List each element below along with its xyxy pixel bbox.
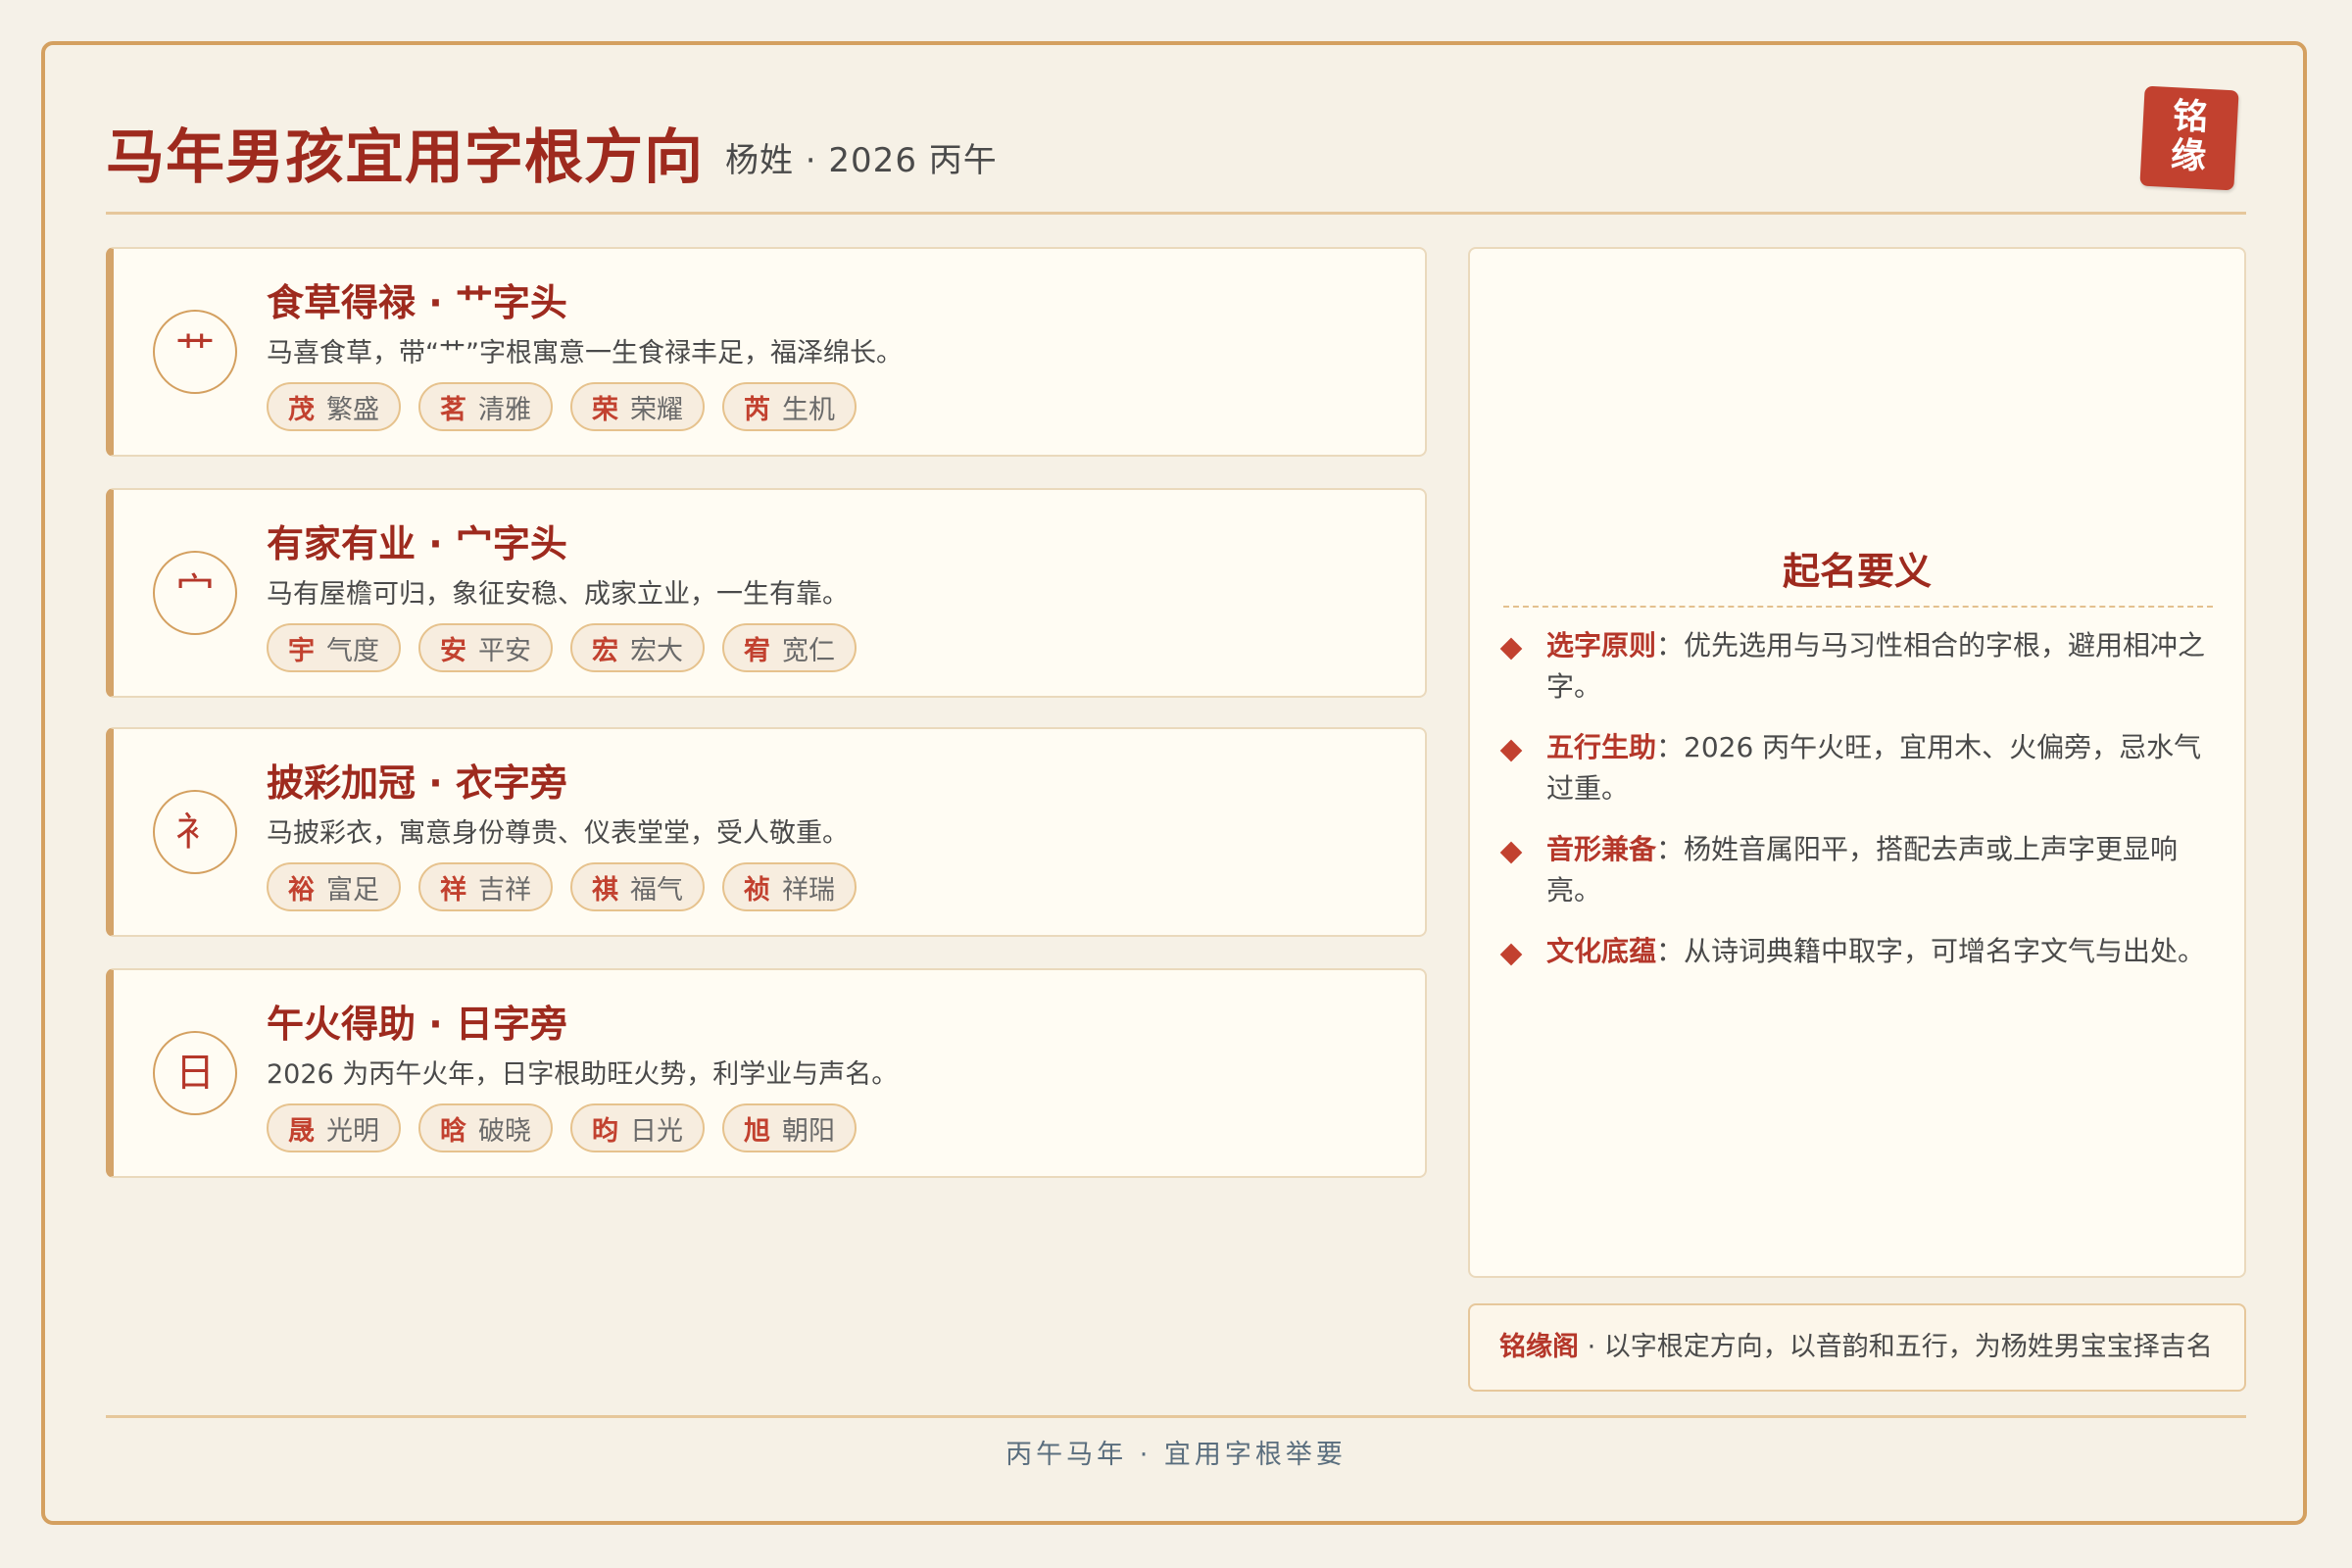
principle-label: 选字原则 <box>1546 629 1657 662</box>
root-title: 食草得禄 · 艹字头 <box>267 281 567 324</box>
principle-label: 五行生助 <box>1546 731 1657 763</box>
chip-meaning: 荣耀 <box>630 394 683 425</box>
character-chip[interactable]: 晟光明 <box>267 1103 401 1152</box>
root-title: 有家有业 · 宀字头 <box>267 522 567 565</box>
chip-meaning: 宏大 <box>630 635 683 666</box>
root-description: 马披彩衣，寓意身份尊贵、仪表堂堂，受人敬重。 <box>267 818 849 849</box>
chip-meaning: 日光 <box>630 1115 683 1147</box>
grass-radical-icon: 艹 <box>153 310 237 394</box>
chip-meaning: 气度 <box>326 635 379 666</box>
character-chip[interactable]: 茂繁盛 <box>267 382 401 431</box>
root-description: 马喜食草，带“艹”字根寓意一生食禄丰足，福泽绵长。 <box>267 338 903 368</box>
footer-divider <box>106 1415 2246 1418</box>
footer-caption: 丙午马年 · 宜用字根举要 <box>1005 1440 1347 1470</box>
character-chip[interactable]: 祥吉祥 <box>418 862 553 911</box>
principle-item: 选字原则：优先选用与马习性相合的字根，避用相冲之字。 <box>1499 625 2217 708</box>
seal-stamp: 铭 缘 <box>2139 85 2239 191</box>
chip-meaning: 宽仁 <box>782 635 835 666</box>
clothing-radical-icon: 衤 <box>153 790 237 874</box>
root-title: 午火得助 · 日字旁 <box>267 1003 567 1046</box>
chip-character: 茂 <box>288 394 315 425</box>
chip-meaning: 清雅 <box>478 394 531 425</box>
diamond-bullet-icon <box>1499 943 1523 966</box>
chip-character: 宏 <box>592 635 618 666</box>
chip-character: 芮 <box>744 394 770 425</box>
root-description: 马有屋檐可归，象征安稳、成家立业，一生有靠。 <box>267 579 849 610</box>
principle-item: 文化底蕴：从诗词典籍中取字，可增名字文气与出处。 <box>1499 931 2217 972</box>
page-title: 马年男孩宜用字根方向 <box>106 123 704 192</box>
diamond-bullet-icon <box>1499 841 1523 864</box>
principle-label: 音形兼备 <box>1546 833 1657 865</box>
chip-character: 茗 <box>440 394 466 425</box>
chip-character: 荣 <box>592 394 618 425</box>
chip-character: 安 <box>440 635 466 666</box>
character-chip[interactable]: 祯祥瑞 <box>722 862 857 911</box>
chip-meaning: 吉祥 <box>478 874 531 906</box>
character-chip[interactable]: 旭朝阳 <box>722 1103 857 1152</box>
seal-char: 缘 <box>2169 135 2208 177</box>
chip-meaning: 生机 <box>782 394 835 425</box>
root-card-mian: 宀 有家有业 · 宀字头 马有屋檐可归，象征安稳、成家立业，一生有靠。 宇气度 … <box>106 488 1427 698</box>
character-chip[interactable]: 茗清雅 <box>418 382 553 431</box>
character-chip[interactable]: 荣荣耀 <box>570 382 705 431</box>
diamond-bullet-icon <box>1499 637 1523 661</box>
character-chip[interactable]: 宇气度 <box>267 623 401 672</box>
root-card-cao: 艹 食草得禄 · 艹字头 马喜食草，带“艹”字根寓意一生食禄丰足，福泽绵长。 茂… <box>106 247 1427 457</box>
character-chips: 茂繁盛 茗清雅 荣荣耀 芮生机 <box>267 382 857 431</box>
chip-character: 昀 <box>592 1115 618 1147</box>
chip-character: 祺 <box>592 874 618 906</box>
chip-meaning: 平安 <box>478 635 531 666</box>
chip-meaning: 富足 <box>326 874 379 906</box>
character-chip[interactable]: 昀日光 <box>570 1103 705 1152</box>
panel-title: 起名要义 <box>1782 550 1932 593</box>
character-chips: 晟光明 晗破晓 昀日光 旭朝阳 <box>267 1103 857 1152</box>
character-chip[interactable]: 晗破晓 <box>418 1103 553 1152</box>
roof-radical-icon: 宀 <box>153 551 237 635</box>
root-title: 披彩加冠 · 衣字旁 <box>267 761 567 805</box>
character-chips: 裕富足 祥吉祥 祺福气 祯祥瑞 <box>267 862 857 911</box>
chip-meaning: 福气 <box>630 874 683 906</box>
character-chip[interactable]: 祺福气 <box>570 862 705 911</box>
chip-meaning: 光明 <box>326 1115 379 1147</box>
sun-radical-icon: 日 <box>153 1031 237 1115</box>
chip-character: 晟 <box>288 1115 315 1147</box>
panel-divider <box>1503 606 2213 608</box>
brand-name: 铭缘阁 <box>1499 1332 1579 1362</box>
chip-character: 裕 <box>288 874 315 906</box>
chip-character: 祯 <box>744 874 770 906</box>
chip-character: 宥 <box>744 635 770 666</box>
chip-character: 宇 <box>288 635 315 666</box>
root-description: 2026 为丙午火年，日字根助旺火势，利学业与声名。 <box>267 1059 899 1090</box>
character-chip[interactable]: 安平安 <box>418 623 553 672</box>
principle-label: 文化底蕴 <box>1546 935 1657 967</box>
character-chip[interactable]: 芮生机 <box>722 382 857 431</box>
brand-note: 铭缘阁 · 以字根定方向，以音韵和五行，为杨姓男宝宝择吉名 <box>1468 1303 2246 1392</box>
character-chips: 宇气度 安平安 宏宏大 宥宽仁 <box>267 623 857 672</box>
principle-text: ：从诗词典籍中取字，可增名字文气与出处。 <box>1656 935 2206 967</box>
principle-item: 音形兼备：杨姓音属阳平，搭配去声或上声字更显响亮。 <box>1499 829 2217 911</box>
header-divider <box>106 212 2246 215</box>
character-chip[interactable]: 宥宽仁 <box>722 623 857 672</box>
principle-item: 五行生助：2026 丙午火旺，宜用木、火偏旁，忌水气过重。 <box>1499 727 2217 809</box>
chip-meaning: 繁盛 <box>326 394 379 425</box>
chip-character: 晗 <box>440 1115 466 1147</box>
seal-char: 铭 <box>2172 96 2210 138</box>
diamond-bullet-icon <box>1499 739 1523 762</box>
chip-meaning: 朝阳 <box>782 1115 835 1147</box>
character-chip[interactable]: 宏宏大 <box>570 623 705 672</box>
character-chip[interactable]: 裕富足 <box>267 862 401 911</box>
chip-character: 旭 <box>744 1115 770 1147</box>
chip-character: 祥 <box>440 874 466 906</box>
root-card-yi: 衤 披彩加冠 · 衣字旁 马披彩衣，寓意身份尊贵、仪表堂堂，受人敬重。 裕富足 … <box>106 727 1427 937</box>
page-header: 马年男孩宜用字根方向 杨姓 · 2026 丙午 铭 缘 <box>106 85 2246 216</box>
chip-meaning: 破晓 <box>478 1115 531 1147</box>
chip-meaning: 祥瑞 <box>782 874 835 906</box>
brand-tagline: · 以字根定方向，以音韵和五行，为杨姓男宝宝择吉名 <box>1579 1332 2213 1362</box>
naming-principles-panel: 起名要义 选字原则：优先选用与马习性相合的字根，避用相冲之字。 五行生助：202… <box>1468 247 2246 1278</box>
page-subtitle: 杨姓 · 2026 丙午 <box>725 141 998 180</box>
root-card-ri: 日 午火得助 · 日字旁 2026 为丙午火年，日字根助旺火势，利学业与声名。 … <box>106 968 1427 1178</box>
